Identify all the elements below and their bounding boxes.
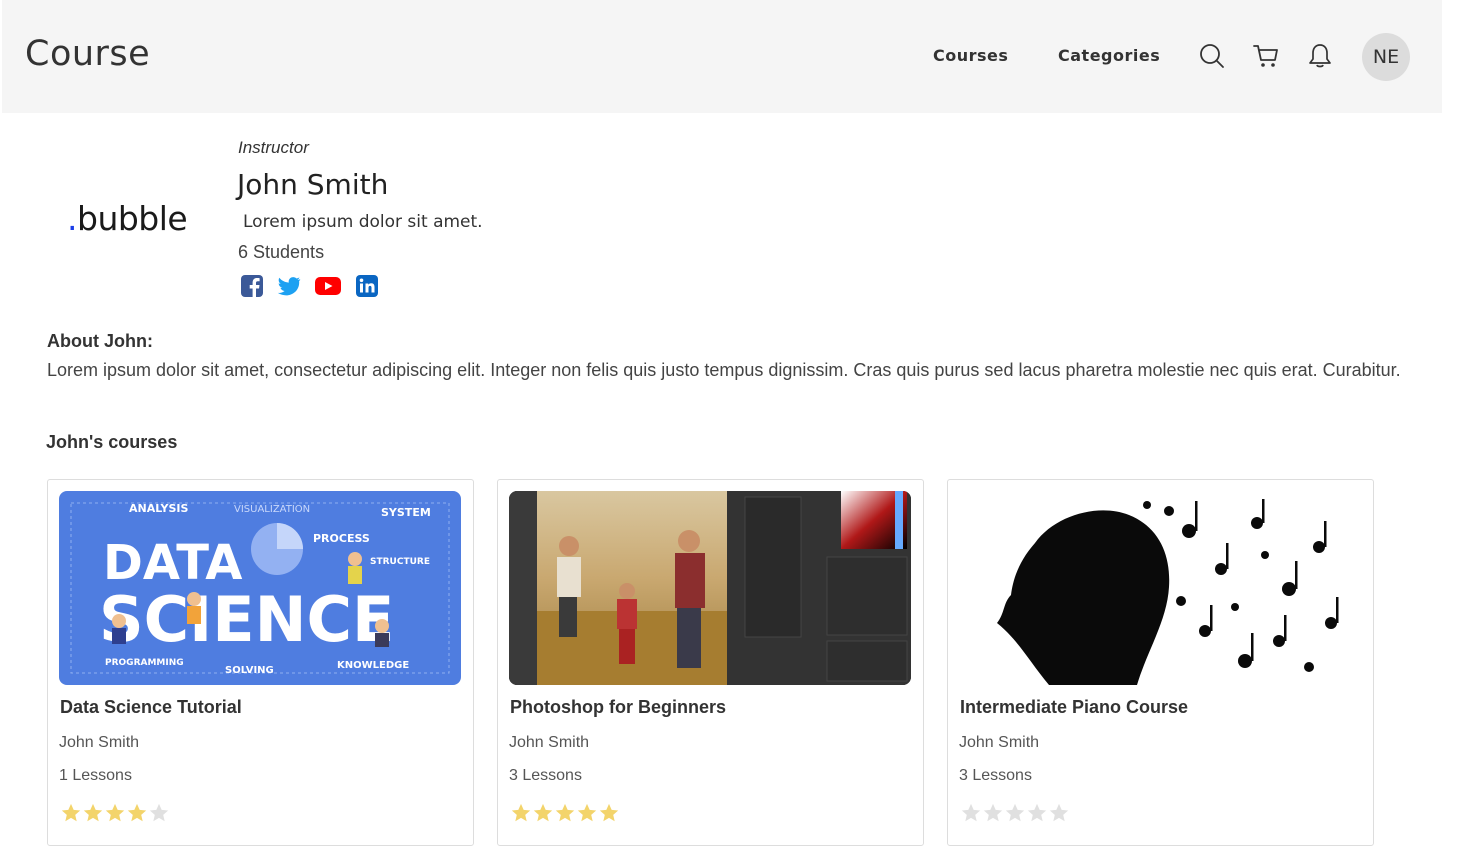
course-lessons: 1 Lessons bbox=[59, 767, 132, 784]
about-title: About John: bbox=[47, 331, 153, 351]
course-lessons: 3 Lessons bbox=[509, 767, 582, 784]
logo-text: bubble bbox=[77, 199, 188, 238]
star-filled-icon bbox=[127, 803, 147, 822]
courses-section-title: John's courses bbox=[46, 432, 178, 452]
instructor-logo: .bubble bbox=[67, 199, 188, 238]
star-filled-icon bbox=[599, 803, 619, 822]
top-navbar: Course Courses Categories NE bbox=[2, 0, 1442, 113]
course-card[interactable]: ANALYSIS VISUALIZATION SYSTEM PROCESS ST… bbox=[47, 479, 474, 846]
linkedin-icon[interactable] bbox=[355, 274, 379, 298]
cart-icon[interactable] bbox=[1252, 42, 1280, 70]
course-card[interactable]: Photoshop for Beginners John Smith 3 Les… bbox=[497, 479, 924, 846]
course-card[interactable]: Intermediate Piano Course John Smith 3 L… bbox=[947, 479, 1374, 846]
rating-stars bbox=[510, 802, 620, 824]
brand-title[interactable]: Course bbox=[25, 34, 150, 74]
about-text: Lorem ipsum dolor sit amet, consectetur … bbox=[47, 360, 1401, 380]
star-filled-icon bbox=[61, 803, 81, 822]
star-filled-icon bbox=[577, 803, 597, 822]
instructor-tagline: Lorem ipsum dolor sit amet. bbox=[243, 212, 483, 232]
star-empty-icon bbox=[1049, 803, 1069, 822]
course-title[interactable]: Intermediate Piano Course bbox=[960, 697, 1188, 718]
rating-stars bbox=[60, 802, 170, 824]
svg-text:SYSTEM: SYSTEM bbox=[381, 506, 431, 519]
star-empty-icon bbox=[983, 803, 1003, 822]
star-empty-icon bbox=[1027, 803, 1047, 822]
instructor-role: Instructor bbox=[238, 138, 309, 157]
rating-stars bbox=[960, 802, 1070, 824]
twitter-icon[interactable] bbox=[277, 274, 301, 298]
star-filled-icon bbox=[511, 803, 531, 822]
photoshop-image bbox=[509, 491, 911, 685]
svg-text:SOLVING: SOLVING bbox=[225, 665, 274, 676]
star-empty-icon bbox=[149, 803, 169, 822]
svg-text:PROCESS: PROCESS bbox=[313, 532, 370, 545]
course-author: John Smith bbox=[959, 734, 1040, 751]
avatar[interactable]: NE bbox=[1362, 33, 1410, 81]
students-count: 6 Students bbox=[238, 242, 325, 262]
svg-text:ANALYSIS: ANALYSIS bbox=[129, 502, 189, 515]
svg-text:KNOWLEDGE: KNOWLEDGE bbox=[337, 660, 409, 671]
music-silhouette-image bbox=[959, 491, 1361, 685]
data-science-image: ANALYSIS VISUALIZATION SYSTEM PROCESS ST… bbox=[59, 491, 461, 685]
svg-text:PROGRAMMING: PROGRAMMING bbox=[105, 658, 184, 668]
course-author: John Smith bbox=[59, 734, 140, 751]
star-filled-icon bbox=[83, 803, 103, 822]
star-empty-icon bbox=[1005, 803, 1025, 822]
search-icon[interactable] bbox=[1198, 42, 1226, 70]
course-title[interactable]: Photoshop for Beginners bbox=[510, 697, 726, 718]
facebook-icon[interactable] bbox=[240, 274, 264, 298]
nav-courses-link[interactable]: Courses bbox=[933, 46, 1008, 65]
svg-text:SCIENCE: SCIENCE bbox=[99, 583, 394, 656]
youtube-icon[interactable] bbox=[314, 274, 342, 298]
star-filled-icon bbox=[533, 803, 553, 822]
nav-categories-link[interactable]: Categories bbox=[1058, 46, 1160, 65]
logo-dot: . bbox=[67, 199, 78, 238]
bell-icon[interactable] bbox=[1306, 42, 1334, 70]
star-filled-icon bbox=[555, 803, 575, 822]
svg-text:STRUCTURE: STRUCTURE bbox=[370, 557, 430, 567]
svg-text:VISUALIZATION: VISUALIZATION bbox=[234, 504, 310, 515]
course-title[interactable]: Data Science Tutorial bbox=[60, 697, 242, 718]
instructor-name: John Smith bbox=[237, 168, 389, 201]
course-lessons: 3 Lessons bbox=[959, 767, 1032, 784]
star-filled-icon bbox=[105, 803, 125, 822]
course-author: John Smith bbox=[509, 734, 590, 751]
star-empty-icon bbox=[961, 803, 981, 822]
